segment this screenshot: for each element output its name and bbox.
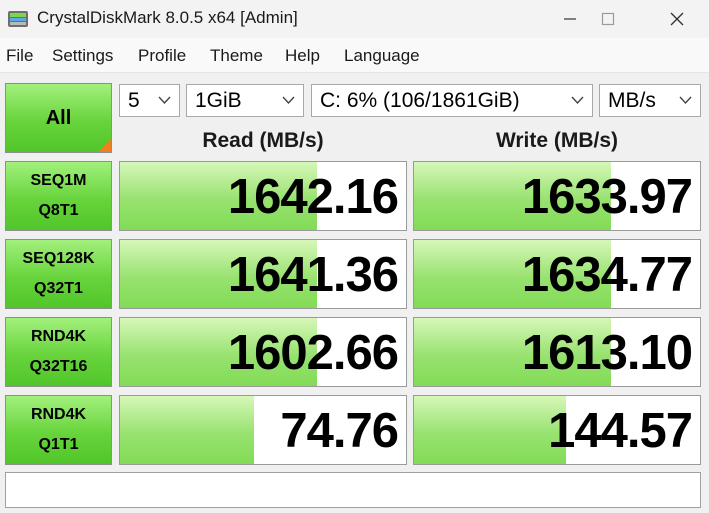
write-result-value: 1633.97: [521, 170, 693, 224]
read-result-value: 1642.16: [227, 170, 399, 224]
test-queue: Q1T1: [38, 436, 79, 453]
window-title: CrystalDiskMark 8.0.5 x64 [Admin]: [37, 8, 298, 27]
read-result: 1642.16: [119, 161, 407, 231]
test-count-value: 5: [128, 89, 140, 112]
test-name: RND4K: [30, 328, 87, 345]
write-result-value: 1634.77: [521, 248, 693, 302]
drive-value: C: 6% (106/1861GiB): [320, 89, 520, 112]
read-column-header: Read (MB/s): [202, 129, 324, 152]
chevron-down-icon: [282, 96, 295, 105]
test-name: RND4K: [30, 406, 87, 423]
test-button-rnd4k-q32t16[interactable]: RND4K Q32T16: [5, 317, 112, 387]
chevron-down-icon: [679, 96, 692, 105]
drive-select[interactable]: C: 6% (106/1861GiB): [311, 84, 593, 117]
read-result: 74.76: [119, 395, 407, 465]
test-count-select[interactable]: 5: [119, 84, 180, 117]
write-result-value: 1613.10: [521, 326, 693, 380]
write-column-header: Write (MB/s): [495, 129, 619, 152]
write-result: 144.57: [413, 395, 701, 465]
maximize-icon: [601, 12, 615, 26]
comment-field[interactable]: [5, 472, 701, 508]
read-result-value: 1602.66: [227, 326, 399, 380]
test-queue: Q8T1: [38, 202, 79, 219]
test-size-select[interactable]: 1GiB: [186, 84, 304, 117]
all-button-label: All: [45, 106, 72, 129]
test-queue: Q32T16: [29, 358, 88, 375]
app-icon: [8, 11, 28, 27]
write-result-value: 144.57: [548, 404, 693, 458]
test-name: SEQ1M: [30, 172, 87, 189]
test-queue: Q32T1: [34, 280, 83, 297]
title-bar: CrystalDiskMark 8.0.5 x64 [Admin]: [0, 0, 709, 38]
write-result-bar: [414, 396, 566, 464]
test-size-value: 1GiB: [195, 89, 242, 112]
corner-marker: [98, 139, 111, 152]
maximize-button[interactable]: [585, 0, 631, 38]
unit-select[interactable]: MB/s: [599, 84, 701, 117]
read-result-value: 1641.36: [227, 248, 399, 302]
test-button-seq128k-q32t1[interactable]: SEQ128K Q32T1: [5, 239, 112, 309]
test-name: SEQ128K: [22, 250, 95, 267]
all-button[interactable]: All: [5, 83, 112, 153]
write-result: 1613.10: [413, 317, 701, 387]
menu-help[interactable]: Help: [285, 46, 320, 66]
read-result: 1602.66: [119, 317, 407, 387]
close-icon: [670, 12, 684, 26]
write-result: 1633.97: [413, 161, 701, 231]
menu-language[interactable]: Language: [344, 46, 420, 66]
minimize-icon: [564, 18, 576, 20]
menu-settings[interactable]: Settings: [52, 46, 113, 66]
menu-file[interactable]: File: [6, 46, 33, 66]
menu-theme[interactable]: Theme: [210, 46, 263, 66]
read-result-value: 74.76: [280, 404, 399, 458]
close-button[interactable]: [654, 0, 700, 38]
read-result-bar: [120, 396, 255, 464]
unit-value: MB/s: [608, 89, 656, 112]
test-button-rnd4k-q1t1[interactable]: RND4K Q1T1: [5, 395, 112, 465]
write-result: 1634.77: [413, 239, 701, 309]
test-button-seq1m-q8t1[interactable]: SEQ1M Q8T1: [5, 161, 112, 231]
menu-profile[interactable]: Profile: [138, 46, 186, 66]
read-result: 1641.36: [119, 239, 407, 309]
chevron-down-icon: [158, 96, 171, 105]
menu-bar: File Settings Profile Theme Help Languag…: [0, 38, 709, 73]
chevron-down-icon: [571, 96, 584, 105]
